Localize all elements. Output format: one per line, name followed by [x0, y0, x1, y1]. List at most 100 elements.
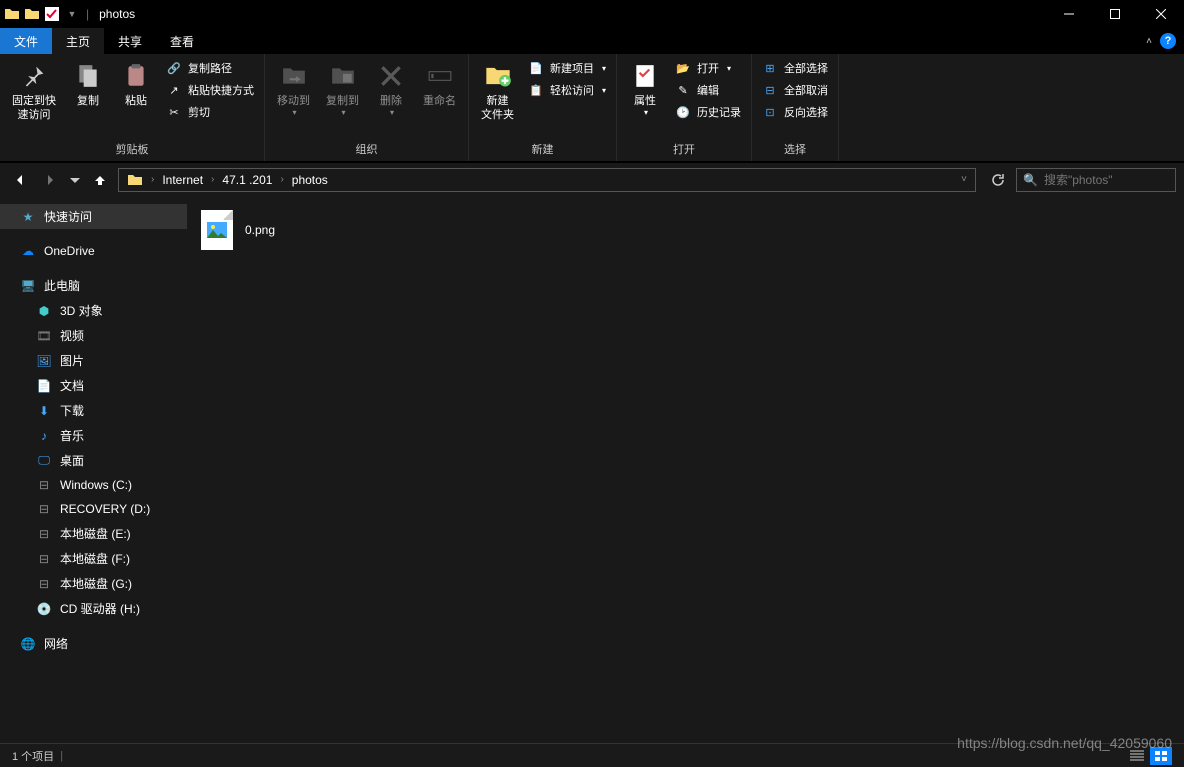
copy-path-button[interactable]: 🔗复制路径 — [162, 58, 258, 78]
back-button[interactable] — [8, 168, 32, 192]
open-button[interactable]: 📂打开▾ — [671, 58, 745, 78]
copy-to-button[interactable]: 复制到▾ — [320, 58, 365, 119]
close-button[interactable] — [1138, 0, 1184, 28]
tabs-row: 文件 主页 共享 查看 ˄ ? — [0, 28, 1184, 54]
search-input[interactable] — [1044, 173, 1169, 187]
icons-view-button[interactable] — [1150, 747, 1172, 765]
cut-button[interactable]: ✂剪切 — [162, 102, 258, 122]
pin-button[interactable]: 固定到快 速访问 — [6, 58, 62, 124]
rename-button[interactable]: 重命名 — [417, 58, 462, 110]
ribbon: 固定到快 速访问 复制 粘贴 🔗复制路径 ↗粘贴快捷方式 ✂剪切 剪贴板 移动到… — [0, 54, 1184, 162]
sidebar: ★快速访问 ☁OneDrive 🖥此电脑 ⬢3D 对象 🎞视频 🖼图片 📄文档 … — [0, 196, 187, 743]
search-box[interactable]: 🔍 — [1016, 168, 1176, 192]
sidebar-downloads[interactable]: ⬇下载 — [0, 398, 187, 423]
delete-icon — [375, 60, 407, 92]
select-none-button[interactable]: ⊟全部取消 — [758, 80, 832, 100]
history-icon: 🕑 — [675, 104, 691, 120]
sidebar-network[interactable]: 🌐网络 — [0, 631, 187, 656]
sidebar-quick-access[interactable]: ★快速访问 — [0, 204, 187, 229]
sidebar-3d-objects[interactable]: ⬢3D 对象 — [0, 298, 187, 323]
window-title: photos — [99, 7, 135, 21]
ribbon-group-organize: 移动到▾ 复制到▾ 删除▾ 重命名 组织 — [265, 54, 469, 161]
dropdown-icon[interactable]: ▼ — [64, 6, 80, 22]
select-all-button[interactable]: ⊞全部选择 — [758, 58, 832, 78]
select-all-icon: ⊞ — [762, 60, 778, 76]
star-icon: ★ — [20, 209, 36, 225]
tab-home[interactable]: 主页 — [52, 28, 104, 54]
document-icon: 📄 — [36, 378, 52, 394]
cloud-icon: ☁ — [20, 243, 36, 259]
paste-shortcut-button[interactable]: ↗粘贴快捷方式 — [162, 80, 258, 100]
tab-view[interactable]: 查看 — [156, 28, 208, 54]
drive-icon: ⊟ — [36, 576, 52, 592]
music-icon: ♪ — [36, 428, 52, 444]
checkbox-icon[interactable] — [44, 6, 60, 22]
folder-icon — [4, 6, 20, 22]
sidebar-drive-d[interactable]: ⊟RECOVERY (D:) — [0, 497, 187, 521]
folder-icon-2 — [24, 6, 40, 22]
refresh-button[interactable] — [986, 168, 1010, 192]
file-list[interactable]: 0.png — [187, 196, 1184, 743]
breadcrumb-item[interactable]: 47.1 .201 — [218, 173, 276, 187]
edit-button[interactable]: ✎编辑 — [671, 80, 745, 100]
chevron-down-icon[interactable]: ˅ — [961, 174, 967, 185]
ribbon-group-open: 属性▾ 📂打开▾ ✎编辑 🕑历史记录 打开 — [617, 54, 752, 161]
new-item-button[interactable]: 📄新建项目▾ — [524, 58, 610, 78]
breadcrumb[interactable]: › Internet › 47.1 .201 › photos ˅ — [118, 168, 976, 192]
minimize-button[interactable] — [1046, 0, 1092, 28]
up-button[interactable] — [88, 168, 112, 192]
sidebar-drive-f[interactable]: ⊟本地磁盘 (F:) — [0, 546, 187, 571]
new-folder-icon — [482, 60, 514, 92]
invert-selection-button[interactable]: ⊡反向选择 — [758, 102, 832, 122]
titlebar: ▼ | photos — [0, 0, 1184, 28]
organize-group-label: 组织 — [271, 139, 462, 161]
breadcrumb-item[interactable]: Internet — [158, 173, 207, 187]
forward-button[interactable] — [38, 168, 62, 192]
new-folder-button[interactable]: 新建 文件夹 — [475, 58, 520, 124]
maximize-button[interactable] — [1092, 0, 1138, 28]
cut-icon: ✂ — [166, 104, 182, 120]
sidebar-this-pc[interactable]: 🖥此电脑 — [0, 273, 187, 298]
ribbon-group-new: 新建 文件夹 📄新建项目▾ 📋轻松访问▾ 新建 — [469, 54, 617, 161]
sidebar-desktop[interactable]: 🖵桌面 — [0, 448, 187, 473]
sidebar-drive-e[interactable]: ⊟本地磁盘 (E:) — [0, 521, 187, 546]
tab-share[interactable]: 共享 — [104, 28, 156, 54]
sidebar-drive-g[interactable]: ⊟本地磁盘 (G:) — [0, 571, 187, 596]
pin-icon — [18, 60, 50, 92]
select-none-icon: ⊟ — [762, 82, 778, 98]
shortcut-icon: ↗ — [166, 82, 182, 98]
ribbon-group-select: ⊞全部选择 ⊟全部取消 ⊡反向选择 选择 — [752, 54, 839, 161]
paste-button[interactable]: 粘贴 — [114, 58, 158, 110]
path-icon: 🔗 — [166, 60, 182, 76]
copy-icon — [72, 60, 104, 92]
sidebar-music[interactable]: ♪音乐 — [0, 423, 187, 448]
move-to-button[interactable]: 移动到▾ — [271, 58, 316, 119]
sidebar-drive-c[interactable]: ⊟Windows (C:) — [0, 473, 187, 497]
collapse-ribbon-icon[interactable]: ˄ — [1146, 36, 1152, 47]
details-view-button[interactable] — [1126, 747, 1148, 765]
recent-dropdown-button[interactable] — [68, 168, 82, 192]
easy-access-button[interactable]: 📋轻松访问▾ — [524, 80, 610, 100]
breadcrumb-item[interactable]: photos — [288, 173, 332, 187]
file-name: 0.png — [245, 223, 275, 237]
sidebar-drive-h[interactable]: 💿CD 驱动器 (H:) — [0, 596, 187, 621]
new-group-label: 新建 — [475, 139, 610, 161]
delete-button[interactable]: 删除▾ — [369, 58, 413, 119]
sidebar-onedrive[interactable]: ☁OneDrive — [0, 239, 187, 263]
copy-button[interactable]: 复制 — [66, 58, 110, 110]
breadcrumb-root-icon[interactable] — [123, 172, 147, 188]
sidebar-pictures[interactable]: 🖼图片 — [0, 348, 187, 373]
select-group-label: 选择 — [758, 139, 832, 161]
help-icon[interactable]: ? — [1160, 33, 1176, 49]
sidebar-documents[interactable]: 📄文档 — [0, 373, 187, 398]
file-item[interactable]: 0.png — [197, 206, 279, 254]
tab-file[interactable]: 文件 — [0, 28, 52, 54]
new-item-icon: 📄 — [528, 60, 544, 76]
download-icon: ⬇ — [36, 403, 52, 419]
drive-icon: ⊟ — [36, 477, 52, 493]
open-icon: 📂 — [675, 60, 691, 76]
sidebar-videos[interactable]: 🎞视频 — [0, 323, 187, 348]
history-button[interactable]: 🕑历史记录 — [671, 102, 745, 122]
ribbon-group-clipboard: 固定到快 速访问 复制 粘贴 🔗复制路径 ↗粘贴快捷方式 ✂剪切 剪贴板 — [0, 54, 265, 161]
properties-button[interactable]: 属性▾ — [623, 58, 667, 119]
